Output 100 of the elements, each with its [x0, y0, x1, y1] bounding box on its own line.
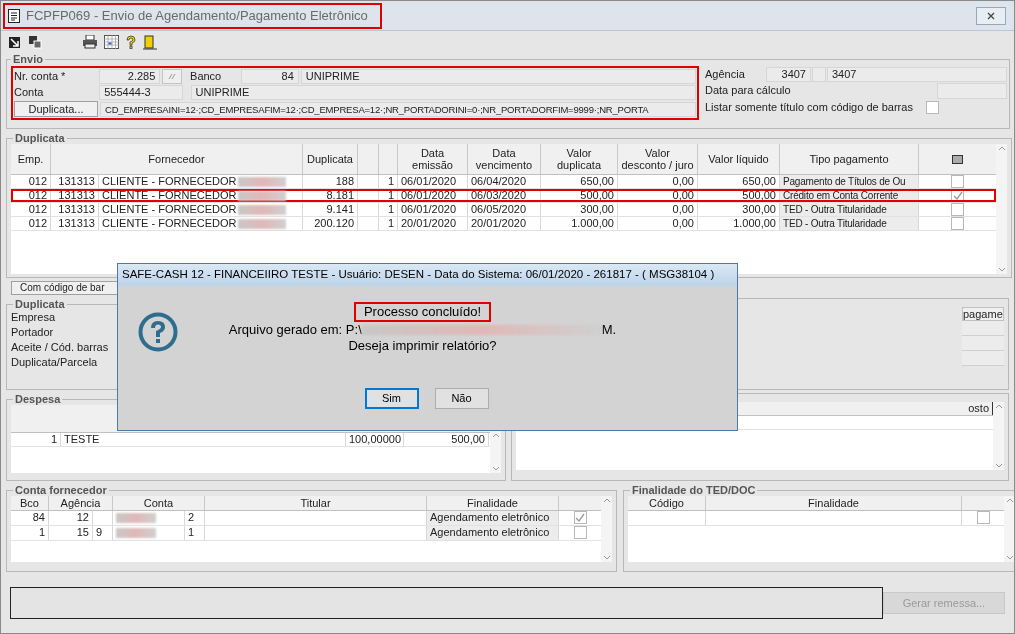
table-cell: 12 [49, 511, 93, 525]
scroll-down-icon[interactable] [994, 463, 1003, 468]
scroll-up-icon[interactable] [997, 146, 1006, 151]
column-header[interactable] [919, 144, 996, 174]
account-number-field[interactable]: 2.285 [98, 69, 161, 84]
column-header[interactable]: Emp. [11, 144, 51, 174]
account-name-field[interactable]: UNIPRIME [190, 85, 696, 100]
column-header[interactable]: Titular [205, 496, 427, 510]
table-cell: 15 [49, 526, 93, 540]
printer-icon[interactable] [82, 35, 98, 49]
column-header[interactable]: Valor líquido [698, 144, 780, 174]
field-label: Duplicata/Parcela [11, 355, 98, 370]
table-cell: 1 [379, 189, 398, 202]
scroll-up-icon[interactable] [994, 404, 1003, 409]
scrollbar[interactable] [1004, 496, 1014, 562]
table-cell: 500,00 [404, 433, 489, 446]
table-cell: 06/01/2020 [398, 189, 468, 202]
column-header[interactable]: Conta [113, 496, 205, 510]
column-header[interactable] [379, 144, 398, 174]
checkbox[interactable] [573, 526, 587, 539]
table-cell: 1 [379, 203, 398, 216]
checkbox[interactable] [951, 217, 964, 230]
checkbox[interactable] [951, 203, 964, 216]
column-header[interactable]: Agência [49, 496, 113, 510]
duplicata-button[interactable]: Duplicata... [14, 101, 98, 117]
table-row[interactable]: 012 131313 CLIENTE - FORNECEDOR 188 1 06/01/2020 06/04/2020 650,00 0,00 650,00 Pagamento de Títulos de Ou [11, 175, 996, 189]
column-header[interactable]: Data vencimento [468, 144, 541, 174]
calendar-icon[interactable] [104, 35, 119, 49]
windows-icon[interactable] [28, 35, 42, 49]
column-header[interactable]: Finalidade [427, 496, 559, 510]
bank-code-field[interactable]: 84 [241, 69, 299, 84]
scroll-down-icon[interactable] [1005, 555, 1014, 560]
arrow-icon[interactable] [8, 35, 22, 49]
table-row[interactable]: 012 131313 CLIENTE - FORNECEDOR 9.141 1 06/01/2020 06/05/2020 300,00 0,00 300,00 TED - Outra Titularidade [11, 203, 996, 217]
column-header[interactable]: Bco [11, 496, 49, 510]
agency-code-field[interactable]: 3407 [766, 67, 811, 82]
help-icon[interactable] [125, 34, 137, 50]
table-cell: TED - Outra Titularidade [780, 203, 919, 216]
column-header[interactable]: Código [628, 496, 706, 510]
column-header[interactable]: Valor desconto / juro [618, 144, 698, 174]
bank-name-field[interactable]: UNIPRIME [300, 69, 696, 84]
scroll-down-icon[interactable] [602, 555, 611, 560]
table-cell: 06/01/2020 [398, 203, 468, 216]
scrollbar[interactable] [996, 144, 1007, 274]
table-cell: 500,00 [541, 189, 618, 202]
scroll-up-icon[interactable] [1005, 498, 1014, 503]
lookup-button[interactable] [162, 69, 183, 84]
redacted-block [116, 513, 156, 523]
table-cell: 0,00 [618, 189, 698, 202]
close-button[interactable] [976, 6, 1006, 25]
question-icon [138, 312, 178, 352]
group-title: Envio [12, 53, 44, 65]
table-cell: 20/01/2020 [398, 217, 468, 230]
table-cell: 8.181 [303, 189, 358, 202]
table-cell: 1.000,00 [541, 217, 618, 230]
table-cell: 1 [379, 217, 398, 230]
account-field[interactable]: 555444-3 [99, 85, 183, 100]
column-header[interactable]: pagame [962, 307, 1004, 321]
scroll-up-icon[interactable] [491, 433, 500, 438]
table-cell: 06/05/2020 [468, 203, 541, 216]
checkbox[interactable] [925, 101, 939, 114]
exit-door-icon[interactable] [143, 34, 157, 50]
table-cell: 0,00 [618, 175, 698, 188]
table-row[interactable]: 012 131313 CLIENTE - FORNECEDOR 200.120 1 20/01/2020 20/01/2020 1.000,00 0,00 1.000,00 TED - Outra Titularidade [11, 217, 996, 231]
scroll-down-icon[interactable] [491, 466, 500, 471]
redacted-block [238, 190, 287, 201]
scrollbar[interactable] [601, 496, 612, 562]
column-header[interactable]: Data emissão [398, 144, 468, 174]
question-text: Deseja imprimir relatório? [348, 338, 497, 354]
checkbox[interactable] [951, 175, 964, 188]
column-header[interactable]: Tipo pagamento [780, 144, 919, 174]
dialog-button[interactable]: Não [434, 388, 489, 409]
filter-field[interactable]: CD_EMPRESAINI=12·;CD_EMPRESAFIM=12·;CD_EMPRESA=12·;NR_PORTADORINI=0·;NR_PORTADORFIM=9999·;NR_PORTA [100, 101, 696, 117]
checkbox[interactable] [976, 511, 990, 524]
group-title: Conta fornecedor [14, 484, 108, 496]
column-header[interactable]: Finalidade [706, 496, 962, 510]
table-cell: 9.141 [303, 203, 358, 216]
column-header[interactable]: Duplicata [303, 144, 358, 174]
table-cell: 06/04/2020 [468, 175, 541, 188]
scrollbar[interactable] [993, 402, 1004, 470]
table-cell: 1 [185, 526, 205, 540]
column-header[interactable] [358, 144, 379, 174]
field-label: Conta [14, 85, 45, 100]
redacted-block [116, 528, 156, 538]
scroll-down-icon[interactable] [997, 267, 1006, 272]
column-header[interactable]: Fornecedor [51, 144, 303, 174]
table-cell: 06/01/2020 [398, 175, 468, 188]
agency-name-field[interactable]: 3407 [827, 67, 1007, 82]
checkbox[interactable] [573, 511, 587, 524]
table-cell: 0,00 [618, 217, 698, 230]
dialog-button[interactable]: Sim [364, 388, 419, 409]
field-label: Portador [11, 325, 54, 340]
column-header[interactable]: Valor duplicata [541, 144, 618, 174]
table-cell: 300,00 [541, 203, 618, 216]
table-cell: 1 [379, 175, 398, 188]
table-row[interactable]: 012 131313 CLIENTE - FORNECEDOR 8.181 1 06/01/2020 06/03/2020 500,00 0,00 500,00 Crédito em Conta Corrente [11, 189, 996, 203]
table-cell: 1 [11, 526, 49, 540]
scroll-up-icon[interactable] [602, 498, 611, 503]
table-cell: 012 [11, 189, 51, 202]
field-label: Data para cálculo [705, 83, 791, 98]
